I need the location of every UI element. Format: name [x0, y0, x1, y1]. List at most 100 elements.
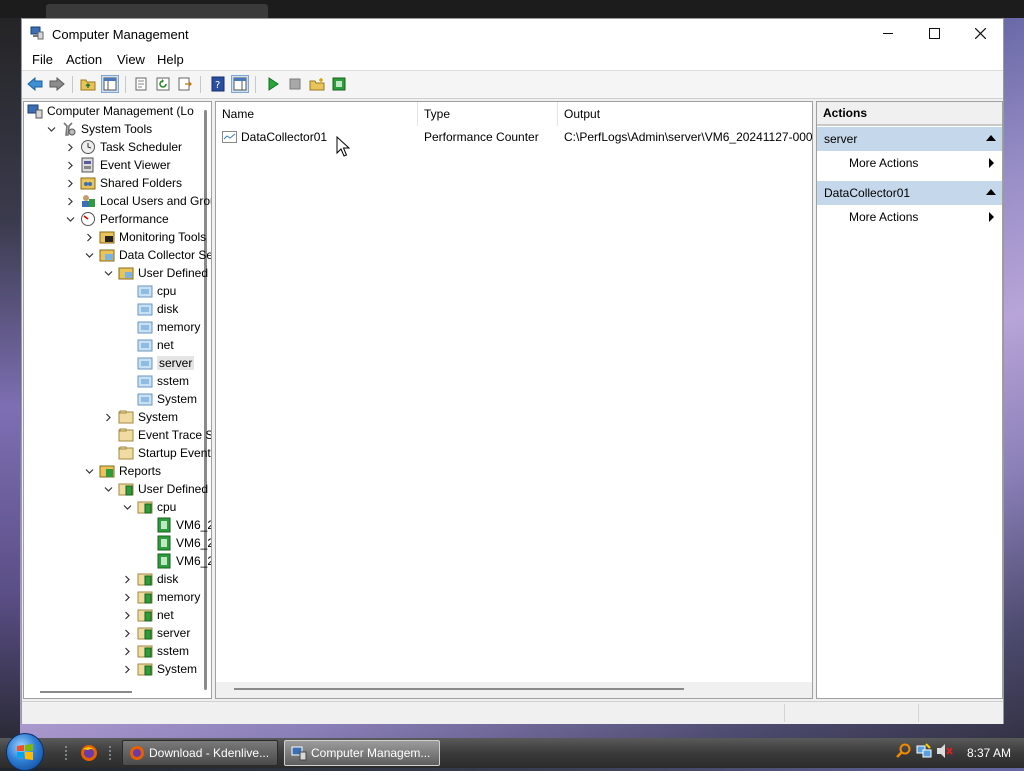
column-header-type[interactable]: Type [418, 102, 558, 126]
tree-item[interactable]: System [122, 660, 197, 678]
column-header-output[interactable]: Output [558, 102, 812, 126]
tree-item[interactable]: System [103, 408, 178, 426]
chevron-right-icon[interactable] [65, 196, 75, 206]
tree-item[interactable]: cpu [122, 282, 176, 300]
tree-item[interactable]: Event Trace S [103, 426, 211, 444]
chevron-down-icon[interactable] [84, 250, 94, 260]
tree-item[interactable]: net [122, 606, 174, 624]
start-button[interactable] [6, 733, 44, 771]
menu-help[interactable]: Help [157, 52, 184, 67]
chevron-right-icon[interactable] [122, 610, 132, 620]
tree-item[interactable]: sstem [122, 642, 189, 660]
data-collector-button[interactable] [330, 75, 348, 93]
help-button[interactable]: ? [209, 75, 227, 93]
forward-button[interactable] [48, 75, 66, 93]
more-actions-server[interactable]: More Actions [817, 151, 1002, 175]
tree-item[interactable]: VM6_2 [141, 552, 211, 570]
chevron-right-icon[interactable] [122, 628, 132, 638]
chevron-right-icon[interactable] [122, 574, 132, 584]
more-actions-datacollector01[interactable]: More Actions [817, 205, 1002, 229]
collapse-caret-icon[interactable] [986, 135, 996, 141]
volume-muted-icon[interactable] [936, 743, 954, 759]
tree-item[interactable]: User Defined [103, 264, 208, 282]
export-list-button[interactable] [176, 75, 194, 93]
tree-item[interactable]: Reports [84, 462, 161, 480]
tree-item[interactable]: Task Scheduler [65, 138, 182, 156]
tree-item[interactable]: net [122, 336, 174, 354]
tree-item[interactable]: VM6_2 [141, 534, 211, 552]
tree-item[interactable]: VM6_2 [141, 516, 211, 534]
tree-item[interactable]: disk [122, 300, 178, 318]
tree-item[interactable]: disk [122, 570, 178, 588]
chevron-down-icon[interactable] [122, 502, 132, 512]
actions-section-server[interactable]: server [817, 127, 1002, 151]
actions-pane: Actions server More Actions DataCollecto… [816, 101, 1003, 699]
close-button[interactable] [957, 19, 1003, 48]
taskbar-button-kdenlive[interactable]: Download - Kdenlive... [122, 740, 278, 766]
tree-item[interactable]: Event Viewer [65, 156, 170, 174]
refresh-button[interactable] [154, 75, 172, 93]
show-hide-action-pane-button[interactable] [231, 75, 249, 93]
search-icon[interactable] [896, 743, 912, 759]
chevron-down-icon[interactable] [46, 124, 56, 134]
tree-item[interactable]: User Defined [103, 480, 208, 498]
tree-item[interactable]: Shared Folders [65, 174, 182, 192]
tree-item-label: memory [157, 320, 201, 334]
start-button[interactable] [264, 75, 282, 93]
minimize-button[interactable] [865, 19, 911, 48]
tree-item[interactable]: Startup Event [103, 444, 211, 462]
chevron-right-icon[interactable] [122, 664, 132, 674]
back-button[interactable] [26, 75, 44, 93]
chevron-right-icon[interactable] [65, 178, 75, 188]
tree-item[interactable]: memory [122, 588, 200, 606]
properties-button[interactable] [132, 75, 150, 93]
up-one-level-button[interactable] [79, 75, 97, 93]
status-segment [784, 704, 785, 722]
chevron-right-icon[interactable] [84, 232, 94, 242]
results-horizontal-scrollbar[interactable] [234, 688, 684, 690]
column-header-name[interactable]: Name [216, 102, 418, 126]
chevron-right-icon[interactable] [103, 412, 113, 422]
tree-horizontal-scrollbar[interactable] [40, 691, 132, 693]
taskbar-grip[interactable] [64, 745, 68, 761]
tree-item[interactable]: System [122, 390, 197, 408]
menu-bar: File Action View Help [22, 48, 1003, 71]
quick-launch-firefox[interactable] [80, 744, 98, 765]
taskbar-grip[interactable] [108, 745, 112, 761]
tree-item[interactable]: server [122, 624, 190, 642]
tree-item[interactable]: System Tools [46, 120, 152, 138]
chevron-right-icon[interactable] [65, 142, 75, 152]
tree-item[interactable]: server [122, 354, 195, 372]
stop-button[interactable] [286, 75, 304, 93]
tree-item[interactable]: Local Users and Grou [65, 192, 211, 210]
row-name-cell[interactable]: DataCollector01 [222, 129, 418, 145]
toolbar-separator [125, 76, 126, 93]
chevron-down-icon[interactable] [84, 466, 94, 476]
tree-item[interactable]: Data Collector Se [84, 246, 211, 264]
chevron-right-icon[interactable] [122, 646, 132, 656]
collapse-caret-icon[interactable] [986, 189, 996, 195]
menu-file[interactable]: File [32, 52, 53, 67]
tree-item[interactable]: sstem [122, 372, 189, 390]
actions-section-datacollector01[interactable]: DataCollector01 [817, 181, 1002, 205]
chevron-down-icon[interactable] [103, 484, 113, 494]
network-icon[interactable] [916, 743, 932, 759]
taskbar-button-computer-management[interactable]: Computer Managem... [284, 740, 440, 766]
new-button[interactable] [308, 75, 326, 93]
menu-action[interactable]: Action [66, 52, 102, 67]
chevron-down-icon[interactable] [103, 268, 113, 278]
clock[interactable]: 8:37 AM [967, 746, 1011, 760]
maximize-button[interactable] [911, 19, 957, 48]
tree-item-label: sstem [157, 374, 190, 388]
chevron-down-icon[interactable] [65, 214, 75, 224]
tree-item[interactable]: Computer Management (Lo [27, 102, 194, 120]
tree-item[interactable]: Performance [65, 210, 169, 228]
title-bar[interactable]: Computer Management [22, 19, 1003, 48]
tree-item[interactable]: cpu [122, 498, 176, 516]
tree-item[interactable]: memory [122, 318, 200, 336]
tree-item[interactable]: Monitoring Tools [84, 228, 206, 246]
chevron-right-icon[interactable] [65, 160, 75, 170]
show-hide-console-tree-button[interactable] [101, 75, 119, 93]
chevron-right-icon[interactable] [122, 592, 132, 602]
menu-view[interactable]: View [117, 52, 145, 67]
